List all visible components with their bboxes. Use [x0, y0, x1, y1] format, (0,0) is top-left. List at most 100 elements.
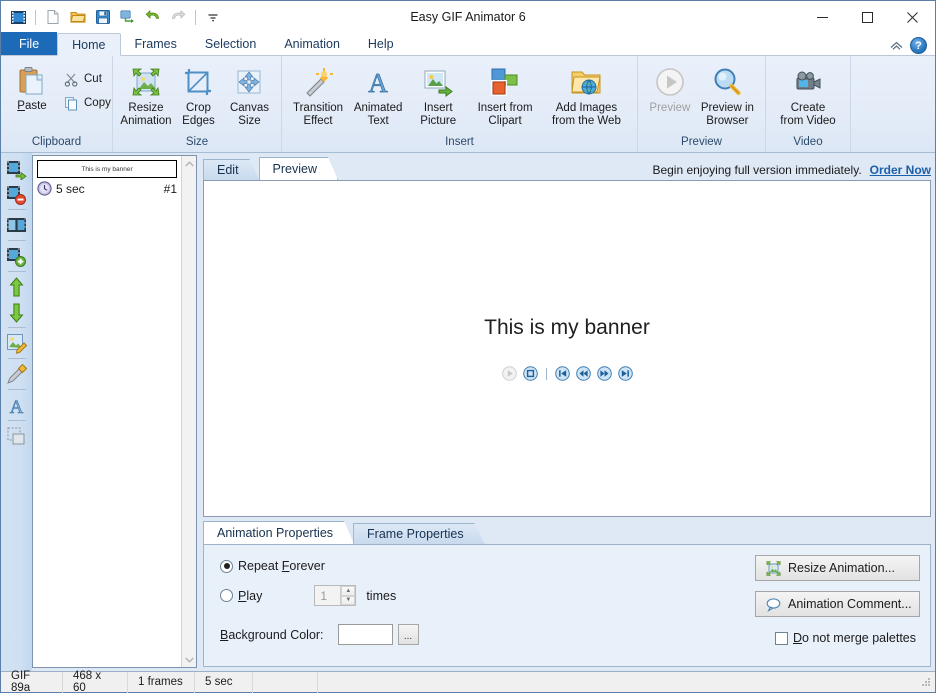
ribbon-tab-bar: File Home Frames Selection Animation Hel…: [1, 32, 935, 56]
video-camera-icon: [792, 66, 824, 98]
svg-text:A: A: [10, 397, 24, 416]
save-icon[interactable]: [92, 6, 114, 28]
edit-frame-icon[interactable]: [5, 331, 29, 355]
ribbon-tab-file[interactable]: File: [1, 32, 58, 55]
properties-right: Resize Animation... Animation Comment...: [730, 545, 930, 666]
tab-edit[interactable]: Edit: [203, 159, 260, 180]
create-from-video-button[interactable]: Create from Video: [772, 63, 844, 128]
frame-duration: 5 sec: [56, 181, 85, 196]
text-tool-icon[interactable]: A: [5, 393, 29, 417]
canvas-size-button[interactable]: Canvas Size: [224, 63, 275, 128]
resize-animation-icon: [130, 66, 162, 98]
frame-list-item[interactable]: This is my banner 5 sec #1: [37, 160, 177, 196]
transition-effect-button[interactable]: Transition Effect: [288, 63, 348, 128]
animation-comment-button[interactable]: Animation Comment...: [755, 591, 920, 617]
stepper-up-icon[interactable]: ▲: [341, 586, 356, 596]
stepper-down-icon[interactable]: ▼: [341, 595, 356, 605]
new-icon[interactable]: [42, 6, 64, 28]
ribbon-tab-animation[interactable]: Animation: [270, 33, 354, 55]
insert-picture-button[interactable]: Insert Picture: [408, 63, 468, 128]
play-radio[interactable]: [220, 589, 233, 602]
title-bar: Easy GIF Animator 6: [1, 1, 935, 33]
play-count-stepper[interactable]: 1 ▲ ▼: [314, 585, 357, 606]
crop-edges-button[interactable]: Crop Edges: [173, 63, 224, 128]
background-color-swatch[interactable]: [337, 624, 393, 645]
help-icon[interactable]: ?: [910, 37, 927, 54]
background-color-row: Background Color: ...: [220, 624, 730, 645]
move-frame-up-icon[interactable]: [5, 275, 29, 299]
preview-button[interactable]: Preview: [644, 63, 696, 115]
cut-button[interactable]: Cut: [59, 69, 115, 89]
ribbon-group-clipboard: Paste Cut Copy Clipboard: [1, 56, 113, 152]
preview-in-browser-button[interactable]: Preview in Browser: [696, 63, 759, 128]
tab-frame-properties[interactable]: Frame Properties: [353, 523, 485, 544]
resize-animation-button-props[interactable]: Resize Animation...: [755, 555, 920, 581]
clock-icon: [37, 181, 52, 196]
playback-controls: [501, 366, 633, 381]
insert-frame-icon[interactable]: [5, 244, 29, 268]
play-label: Play: [238, 588, 263, 603]
scroll-up-arrow-icon[interactable]: [184, 156, 194, 171]
resize-grip-icon[interactable]: [919, 675, 933, 689]
frame-thumbnail[interactable]: This is my banner: [37, 160, 177, 178]
tool-separator-2: [7, 240, 26, 241]
ribbon-tab-frames[interactable]: Frames: [121, 33, 191, 55]
order-now-link[interactable]: Order Now: [870, 163, 931, 177]
next-frame-button[interactable]: [596, 366, 612, 381]
main-area: A This is my banner 5 sec #1 Edit Previe…: [1, 153, 935, 671]
app-icon[interactable]: [7, 6, 29, 28]
scroll-down-arrow-icon[interactable]: [184, 652, 194, 667]
customize-icon[interactable]: [202, 6, 224, 28]
redo-icon[interactable]: [167, 6, 189, 28]
copy-button[interactable]: Copy: [59, 93, 115, 113]
play-button[interactable]: [501, 366, 517, 381]
scissors-icon: [63, 71, 79, 87]
animated-text-button[interactable]: A Animated Text: [348, 63, 408, 128]
repeat-forever-radio[interactable]: [220, 559, 233, 573]
properties-body: Repeat Forever Play 1 ▲ ▼ times Backgrou…: [203, 544, 931, 667]
resize-animation-button[interactable]: Resize Animation: [119, 63, 173, 128]
tab-animation-properties[interactable]: Animation Properties: [203, 521, 354, 544]
background-color-browse-button[interactable]: ...: [397, 624, 419, 645]
last-frame-button[interactable]: [617, 366, 633, 381]
repeat-forever-row[interactable]: Repeat Forever: [220, 559, 730, 573]
frame-meta: 5 sec #1: [37, 181, 177, 196]
move-frame-down-icon[interactable]: [5, 300, 29, 324]
selection-tool-icon[interactable]: [5, 424, 29, 448]
paste-button[interactable]: Paste: [7, 63, 57, 112]
do-not-merge-checkbox[interactable]: [775, 631, 788, 645]
add-frame-icon[interactable]: [5, 157, 29, 181]
promo-area: Begin enjoying full version immediately.…: [652, 163, 931, 180]
close-button[interactable]: [890, 2, 935, 33]
open-icon[interactable]: [67, 6, 89, 28]
chevron-up-icon[interactable]: [888, 38, 904, 54]
ribbon-group-preview: Preview Preview in Browser Preview: [638, 56, 766, 152]
first-frame-button[interactable]: [554, 366, 570, 381]
frames-scrollbar[interactable]: [181, 156, 196, 667]
add-images-from-web-button[interactable]: Add Images from the Web: [542, 63, 631, 128]
duplicate-frame-icon[interactable]: [5, 213, 29, 237]
maximize-button[interactable]: [845, 2, 890, 33]
previous-frame-button[interactable]: [575, 366, 591, 381]
insert-from-clipart-button[interactable]: Insert from Clipart: [468, 63, 542, 128]
minimize-button[interactable]: [800, 2, 845, 33]
stepper-arrows[interactable]: ▲ ▼: [340, 586, 356, 605]
export-icon[interactable]: [117, 6, 139, 28]
ribbon-tab-help[interactable]: Help: [354, 33, 408, 55]
stop-button[interactable]: [522, 366, 538, 381]
frames-list[interactable]: This is my banner 5 sec #1: [33, 156, 181, 667]
do-not-merge-palettes-row[interactable]: Do not merge palettes: [775, 631, 916, 645]
ribbon-tab-selection[interactable]: Selection: [191, 33, 270, 55]
ribbon-tab-home[interactable]: Home: [57, 33, 121, 56]
play-times-row[interactable]: Play 1 ▲ ▼ times: [220, 585, 730, 606]
undo-icon[interactable]: [142, 6, 164, 28]
canvas-banner-text: This is my banner: [484, 316, 650, 339]
qat-separator-1: [35, 9, 36, 25]
magic-wand-icon: [302, 66, 334, 98]
clipart-icon: [489, 66, 521, 98]
eyedropper-icon[interactable]: [5, 362, 29, 386]
preview-canvas[interactable]: This is my banner: [203, 180, 931, 517]
delete-frame-icon[interactable]: [5, 182, 29, 206]
tab-preview[interactable]: Preview: [259, 157, 338, 180]
paste-icon: [16, 65, 48, 97]
